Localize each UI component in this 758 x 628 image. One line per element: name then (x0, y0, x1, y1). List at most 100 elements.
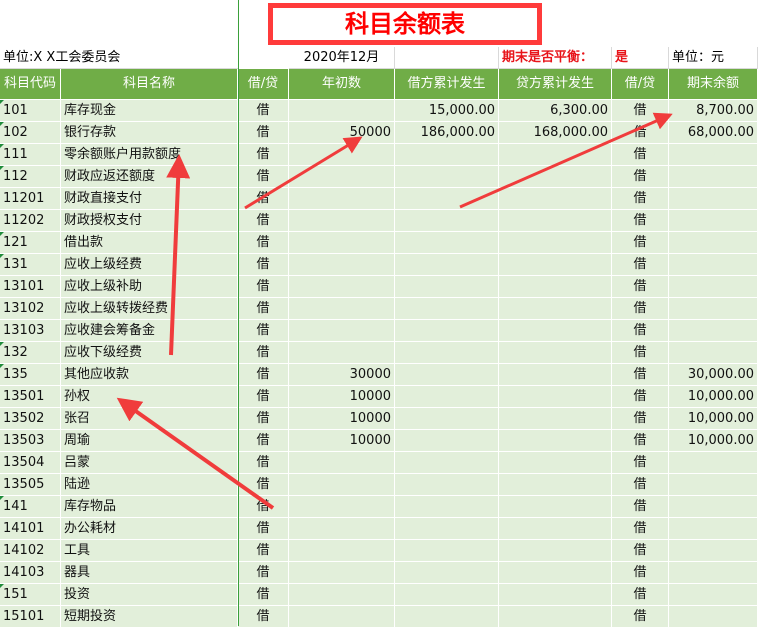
cell-credit[interactable] (499, 364, 612, 386)
cell-closing[interactable] (669, 584, 758, 606)
cell-closing[interactable] (669, 166, 758, 188)
cell-closing[interactable] (669, 232, 758, 254)
cell-dc-end[interactable]: 借 (612, 232, 669, 254)
cell-dc-end[interactable]: 借 (612, 100, 669, 122)
cell-dc-end[interactable]: 借 (612, 386, 669, 408)
cell-debit[interactable] (395, 474, 499, 496)
cell-code[interactable]: 13502 (0, 408, 61, 430)
cell-dc[interactable]: 借 (238, 518, 289, 540)
cell-debit[interactable] (395, 452, 499, 474)
cell-closing[interactable] (669, 540, 758, 562)
cell-opening[interactable] (289, 210, 395, 232)
cell-name[interactable]: 其他应收款 (61, 364, 238, 386)
cell-opening[interactable] (289, 452, 395, 474)
cell-dc[interactable]: 借 (238, 232, 289, 254)
cell-code[interactable]: 13501 (0, 386, 61, 408)
cell-name[interactable]: 银行存款 (61, 122, 238, 144)
cell-name[interactable]: 器具 (61, 562, 238, 584)
cell-closing[interactable] (669, 452, 758, 474)
cell-closing[interactable] (669, 298, 758, 320)
header-name[interactable]: 科目名称 (61, 69, 238, 100)
cell-opening[interactable]: 10000 (289, 386, 395, 408)
cell-closing[interactable]: 10,000.00 (669, 408, 758, 430)
cell-debit[interactable] (395, 254, 499, 276)
cell-opening[interactable] (289, 276, 395, 298)
cell-credit[interactable] (499, 342, 612, 364)
cell-credit[interactable] (499, 474, 612, 496)
cell-closing[interactable] (669, 254, 758, 276)
cell-opening[interactable] (289, 584, 395, 606)
cell-name[interactable]: 吕蒙 (61, 452, 238, 474)
cell-code[interactable]: 11201 (0, 188, 61, 210)
cell-name[interactable]: 应收建会筹备金 (61, 320, 238, 342)
cell-opening[interactable] (289, 254, 395, 276)
cell-credit[interactable]: 6,300.00 (499, 100, 612, 122)
cell-credit[interactable] (499, 452, 612, 474)
cell-debit[interactable]: 186,000.00 (395, 122, 499, 144)
cell-code[interactable]: 13101 (0, 276, 61, 298)
cell-closing[interactable] (669, 210, 758, 232)
cell-name[interactable]: 周瑜 (61, 430, 238, 452)
cell-dc-end[interactable]: 借 (612, 320, 669, 342)
cell-dc[interactable]: 借 (238, 298, 289, 320)
cell-opening[interactable] (289, 518, 395, 540)
cell-dc[interactable]: 借 (238, 210, 289, 232)
cell-dc[interactable]: 借 (238, 254, 289, 276)
cell-dc-end[interactable]: 借 (612, 144, 669, 166)
cell-code[interactable]: 14101 (0, 518, 61, 540)
cell-opening[interactable] (289, 342, 395, 364)
cell-dc-end[interactable]: 借 (612, 210, 669, 232)
balance-label[interactable]: 期末是否平衡： (499, 47, 612, 69)
cell-name[interactable]: 孙权 (61, 386, 238, 408)
cell-code[interactable]: 14102 (0, 540, 61, 562)
cell-opening[interactable] (289, 320, 395, 342)
cell-opening[interactable] (289, 562, 395, 584)
cell-credit[interactable] (499, 254, 612, 276)
cell-dc[interactable]: 借 (238, 430, 289, 452)
cell-debit[interactable] (395, 144, 499, 166)
cell-debit[interactable] (395, 408, 499, 430)
cell-code[interactable]: 151 (0, 584, 61, 606)
cell-code[interactable]: 13103 (0, 320, 61, 342)
cell-dc[interactable]: 借 (238, 584, 289, 606)
cell-debit[interactable] (395, 342, 499, 364)
cell-credit[interactable] (499, 408, 612, 430)
cell-name[interactable]: 财政授权支付 (61, 210, 238, 232)
cell-dc-end[interactable]: 借 (612, 188, 669, 210)
cell-code[interactable]: 13503 (0, 430, 61, 452)
cell-debit[interactable] (395, 276, 499, 298)
cell-name[interactable]: 库存物品 (61, 496, 238, 518)
cell-closing[interactable] (669, 144, 758, 166)
cell-name[interactable]: 库存现金 (61, 100, 238, 122)
cell-debit[interactable] (395, 386, 499, 408)
cell-code[interactable]: 121 (0, 232, 61, 254)
cell-code[interactable]: 101 (0, 100, 61, 122)
cell-opening[interactable] (289, 298, 395, 320)
cell-dc[interactable]: 借 (238, 342, 289, 364)
cell-name[interactable]: 办公耗材 (61, 518, 238, 540)
cell-name[interactable]: 工具 (61, 540, 238, 562)
cell-dc[interactable]: 借 (238, 188, 289, 210)
cell-code[interactable]: 135 (0, 364, 61, 386)
cell-dc[interactable]: 借 (238, 452, 289, 474)
cell-code[interactable]: 15101 (0, 606, 61, 628)
cell-closing[interactable] (669, 518, 758, 540)
cell-debit[interactable] (395, 496, 499, 518)
cell-debit[interactable] (395, 210, 499, 232)
cell-name[interactable]: 应收上级经费 (61, 254, 238, 276)
cell-debit[interactable] (395, 188, 499, 210)
cell-dc-end[interactable]: 借 (612, 606, 669, 628)
cell-closing[interactable] (669, 496, 758, 518)
cell-dc[interactable]: 借 (238, 540, 289, 562)
cell-code[interactable]: 11202 (0, 210, 61, 232)
cell-debit[interactable] (395, 166, 499, 188)
cell-name[interactable]: 短期投资 (61, 606, 238, 628)
cell-code[interactable]: 13102 (0, 298, 61, 320)
cell-opening[interactable] (289, 188, 395, 210)
cell-credit[interactable] (499, 584, 612, 606)
cell-code[interactable]: 13505 (0, 474, 61, 496)
cell-opening[interactable] (289, 144, 395, 166)
header-dc-end[interactable]: 借/贷 (612, 69, 669, 100)
cell-code[interactable]: 132 (0, 342, 61, 364)
cell-code[interactable]: 13504 (0, 452, 61, 474)
